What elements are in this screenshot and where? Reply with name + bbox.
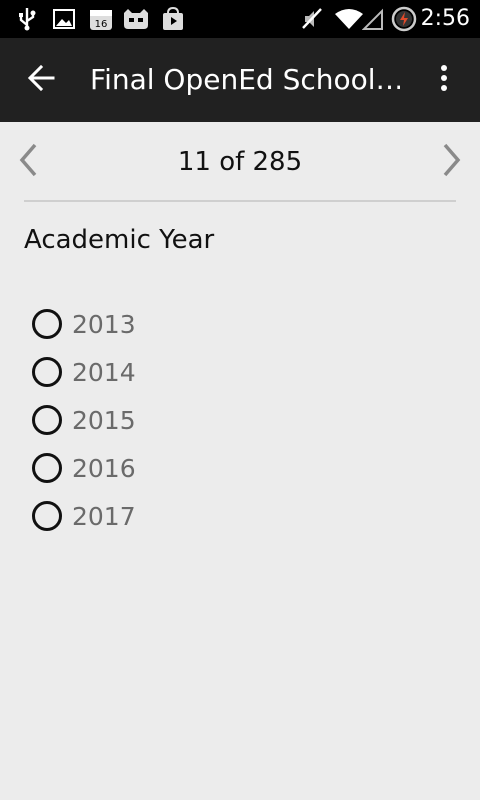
battery-charging-icon [390,6,418,32]
overflow-menu-icon [440,64,448,96]
status-clock: 2:56 [420,6,470,31]
question-label: Academic Year [24,225,215,255]
radio-option-2013[interactable]: 2013 [32,300,332,348]
radio-option-label: 2013 [72,309,136,339]
app-bar: Final OpenEd School… [0,38,480,122]
radio-option-label: 2017 [72,501,136,531]
radio-button[interactable] [32,453,62,483]
radio-option-label: 2014 [72,357,136,387]
radio-option-2016[interactable]: 2016 [32,444,332,492]
next-question-button[interactable] [434,138,470,186]
status-bar: 16 2:56 [0,0,480,38]
radio-button[interactable] [32,405,62,435]
arrow-back-icon [27,64,55,96]
wifi-icon [334,6,364,32]
radio-option-2017[interactable]: 2017 [32,492,332,540]
radio-group: 2013 2014 2015 2016 2017 [32,300,332,540]
question-pager: 11 of 285 [0,122,480,202]
pager-divider [24,200,456,202]
signal-icon [362,6,384,32]
question-counter: 11 of 285 [177,147,303,177]
page-title: Final OpenEd School… [90,63,400,96]
calendar-icon: 16 [88,6,114,32]
radio-option-2015[interactable]: 2015 [32,396,332,444]
chevron-right-icon [442,143,462,181]
radio-option-label: 2015 [72,405,136,435]
radio-button[interactable] [32,501,62,531]
svg-text:16: 16 [95,19,108,30]
radio-button[interactable] [32,357,62,387]
cyanogen-icon [120,6,152,32]
overflow-menu-button[interactable] [424,60,464,100]
radio-option-label: 2016 [72,453,136,483]
mute-icon [298,6,326,32]
radio-option-2014[interactable]: 2014 [32,348,332,396]
play-store-icon [160,6,186,32]
back-button[interactable] [18,58,64,102]
radio-button[interactable] [32,309,62,339]
image-icon [52,6,76,32]
usb-icon [14,6,40,32]
